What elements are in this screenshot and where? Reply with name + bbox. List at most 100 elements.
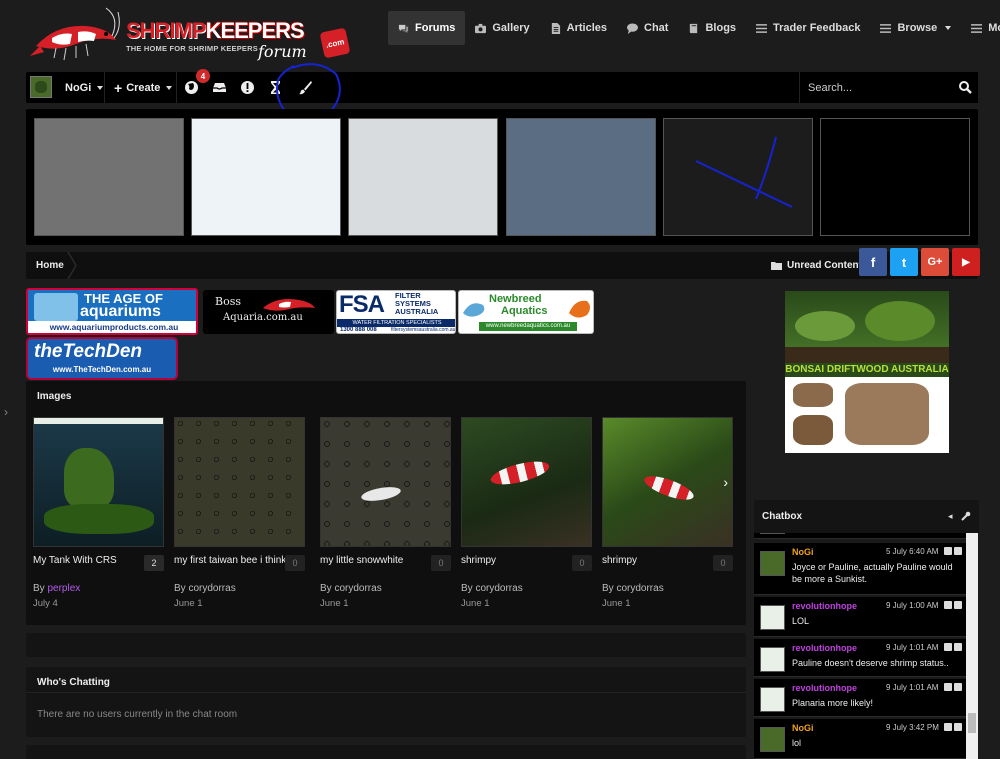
chat-message-list[interactable]: NoGi 5 July 6:40 AM Joyce or Pauline, ac… — [754, 533, 966, 759]
annotation-cross-icon — [695, 136, 793, 208]
theme-swatch[interactable] — [506, 118, 656, 236]
image-title[interactable]: my little snowwhite — [320, 555, 403, 566]
nav-forums[interactable]: Forums — [388, 11, 466, 45]
theme-swatch[interactable] — [663, 118, 813, 236]
image-title[interactable]: shrimpy — [461, 555, 496, 566]
inbox-icon[interactable] — [212, 80, 227, 95]
image-title[interactable]: my first taiwan bee i think — [174, 555, 286, 566]
author-link[interactable]: corydorras — [616, 583, 663, 594]
book-icon — [690, 23, 698, 33]
delete-icon[interactable] — [954, 601, 962, 609]
create-menu[interactable]: + Create — [114, 72, 173, 103]
image-title[interactable]: shrimpy — [602, 555, 637, 566]
author-link[interactable]: corydorras — [334, 583, 381, 594]
user-menu[interactable]: NoGi — [65, 72, 104, 103]
image-thumbnail[interactable] — [320, 417, 451, 547]
avatar[interactable] — [760, 687, 785, 712]
nav-trader-feedback[interactable]: Trader Feedback — [746, 11, 870, 45]
unread-label: Unread Content — [787, 260, 862, 271]
image-thumbnail[interactable] — [461, 417, 592, 547]
youtube-button[interactable]: ▶ — [952, 248, 980, 276]
shrimp-icon — [463, 303, 485, 317]
twitter-button[interactable]: t — [890, 248, 918, 276]
nav-chat[interactable]: Chat — [617, 11, 678, 45]
empty-widget — [26, 633, 746, 657]
author-link[interactable]: perplex — [47, 583, 80, 594]
user-avatar[interactable] — [30, 76, 52, 98]
ad-fsa[interactable]: FSA FILTER SYSTEMS AUSTRALIA WATER FILTRAT… — [336, 290, 456, 334]
breadcrumb-home[interactable]: Home — [36, 252, 64, 279]
image-date: June 1 — [320, 598, 349, 609]
image-thumbnail[interactable] — [33, 417, 164, 547]
alert-icon[interactable] — [240, 80, 255, 95]
username-label: NoGi — [65, 81, 92, 94]
scrollbar-thumb[interactable] — [968, 713, 976, 733]
delete-icon[interactable] — [954, 643, 962, 651]
image-card[interactable]: shrimpy 0 By corydorras June 1 — [461, 417, 592, 609]
chat-author[interactable]: NoGi — [792, 547, 814, 557]
unread-content-link[interactable]: Unread Content — [771, 252, 862, 279]
ad-boss-aquaria[interactable]: Boss Aquaria.com.au — [203, 290, 334, 334]
google-plus-button[interactable]: G+ — [921, 248, 949, 276]
image-card[interactable]: my first taiwan bee i think 0 By corydor… — [174, 417, 305, 609]
ad-techden[interactable]: theTechDen www.TheTechDen.com.au — [26, 337, 178, 380]
avatar[interactable] — [760, 605, 785, 630]
delete-icon[interactable] — [954, 683, 962, 691]
delete-icon[interactable] — [954, 723, 962, 731]
image-thumbnail[interactable]: › — [602, 417, 733, 547]
chevron-right-icon[interactable]: › — [723, 474, 728, 490]
ad-text: Boss — [215, 295, 241, 308]
image-title[interactable]: My Tank With CRS — [33, 555, 117, 566]
image-card[interactable]: › shrimpy 0 By corydorras June 1 — [602, 417, 733, 609]
comments-icon — [398, 24, 409, 33]
nav-blogs[interactable]: Blogs — [678, 11, 746, 45]
chat-author[interactable]: revolutionhope — [792, 601, 857, 611]
chat-scrollbar[interactable] — [966, 533, 978, 759]
facebook-button[interactable]: f — [859, 248, 887, 276]
widget-title: Images — [37, 391, 72, 402]
search-icon[interactable] — [959, 81, 972, 94]
chat-author[interactable]: NoGi — [792, 723, 814, 733]
nav-articles[interactable]: Articles — [540, 11, 617, 45]
avatar[interactable] — [760, 551, 785, 576]
theme-swatch[interactable] — [820, 118, 970, 236]
ad-bonsai-driftwood[interactable]: BONSAI DRIFTWOOD AUSTRALIA — [785, 291, 949, 453]
edit-icon[interactable] — [944, 683, 952, 691]
theme-swatch[interactable] — [191, 118, 341, 236]
nav-gallery[interactable]: Gallery — [465, 11, 539, 45]
nav-browse[interactable]: Browse — [870, 11, 961, 45]
chat-author[interactable]: revolutionhope — [792, 643, 857, 653]
theme-swatch[interactable] — [348, 118, 498, 236]
collapse-icon[interactable]: ◂ — [948, 511, 958, 521]
chat-author[interactable]: revolutionhope — [792, 683, 857, 693]
edit-icon[interactable] — [944, 601, 952, 609]
nav-more[interactable]: More — [961, 11, 1000, 45]
avatar[interactable] — [760, 727, 785, 752]
theme-swatch[interactable] — [34, 118, 184, 236]
search-input[interactable] — [808, 80, 948, 96]
ad-text: filtersystemsaustralia.com.au — [391, 327, 456, 333]
sidebar-toggle-icon[interactable]: › — [0, 400, 12, 424]
globe-icon[interactable] — [184, 80, 199, 95]
list-icon — [756, 23, 768, 33]
chat-message: revolutionhope 9 July 1:00 AM LOL — [754, 597, 966, 637]
edit-icon[interactable] — [944, 723, 952, 731]
twitter-icon: t — [901, 254, 907, 270]
delete-icon[interactable] — [954, 547, 962, 555]
edit-icon[interactable] — [944, 643, 952, 651]
wrench-icon[interactable] — [961, 511, 971, 521]
author-link[interactable]: corydorras — [188, 583, 235, 594]
site-logo[interactable]: SHRIMPKEEPERS THE HOME FOR SHRIMP KEEPER… — [26, 6, 351, 64]
image-card[interactable]: my little snowwhite 0 By corydorras June… — [320, 417, 451, 609]
author-link[interactable]: corydorras — [475, 583, 522, 594]
avatar[interactable] — [760, 533, 785, 534]
ad-age-of-aquariums[interactable]: THE AGE OF aquariums www.aquariumproduct… — [26, 288, 198, 335]
image-thumbnail[interactable] — [174, 417, 305, 547]
edit-icon[interactable] — [944, 547, 952, 555]
facebook-icon: f — [870, 254, 876, 270]
chat-text: lol — [792, 738, 802, 748]
avatar[interactable] — [760, 647, 785, 672]
ad-newbreed-aquatics[interactable]: Newbreed Aquatics www.newbreedaquatics.c… — [458, 290, 594, 334]
image-card[interactable]: My Tank With CRS 2 By perplex July 4 — [33, 417, 164, 609]
ad-url: www.aquariumproducts.com.au — [28, 321, 196, 333]
